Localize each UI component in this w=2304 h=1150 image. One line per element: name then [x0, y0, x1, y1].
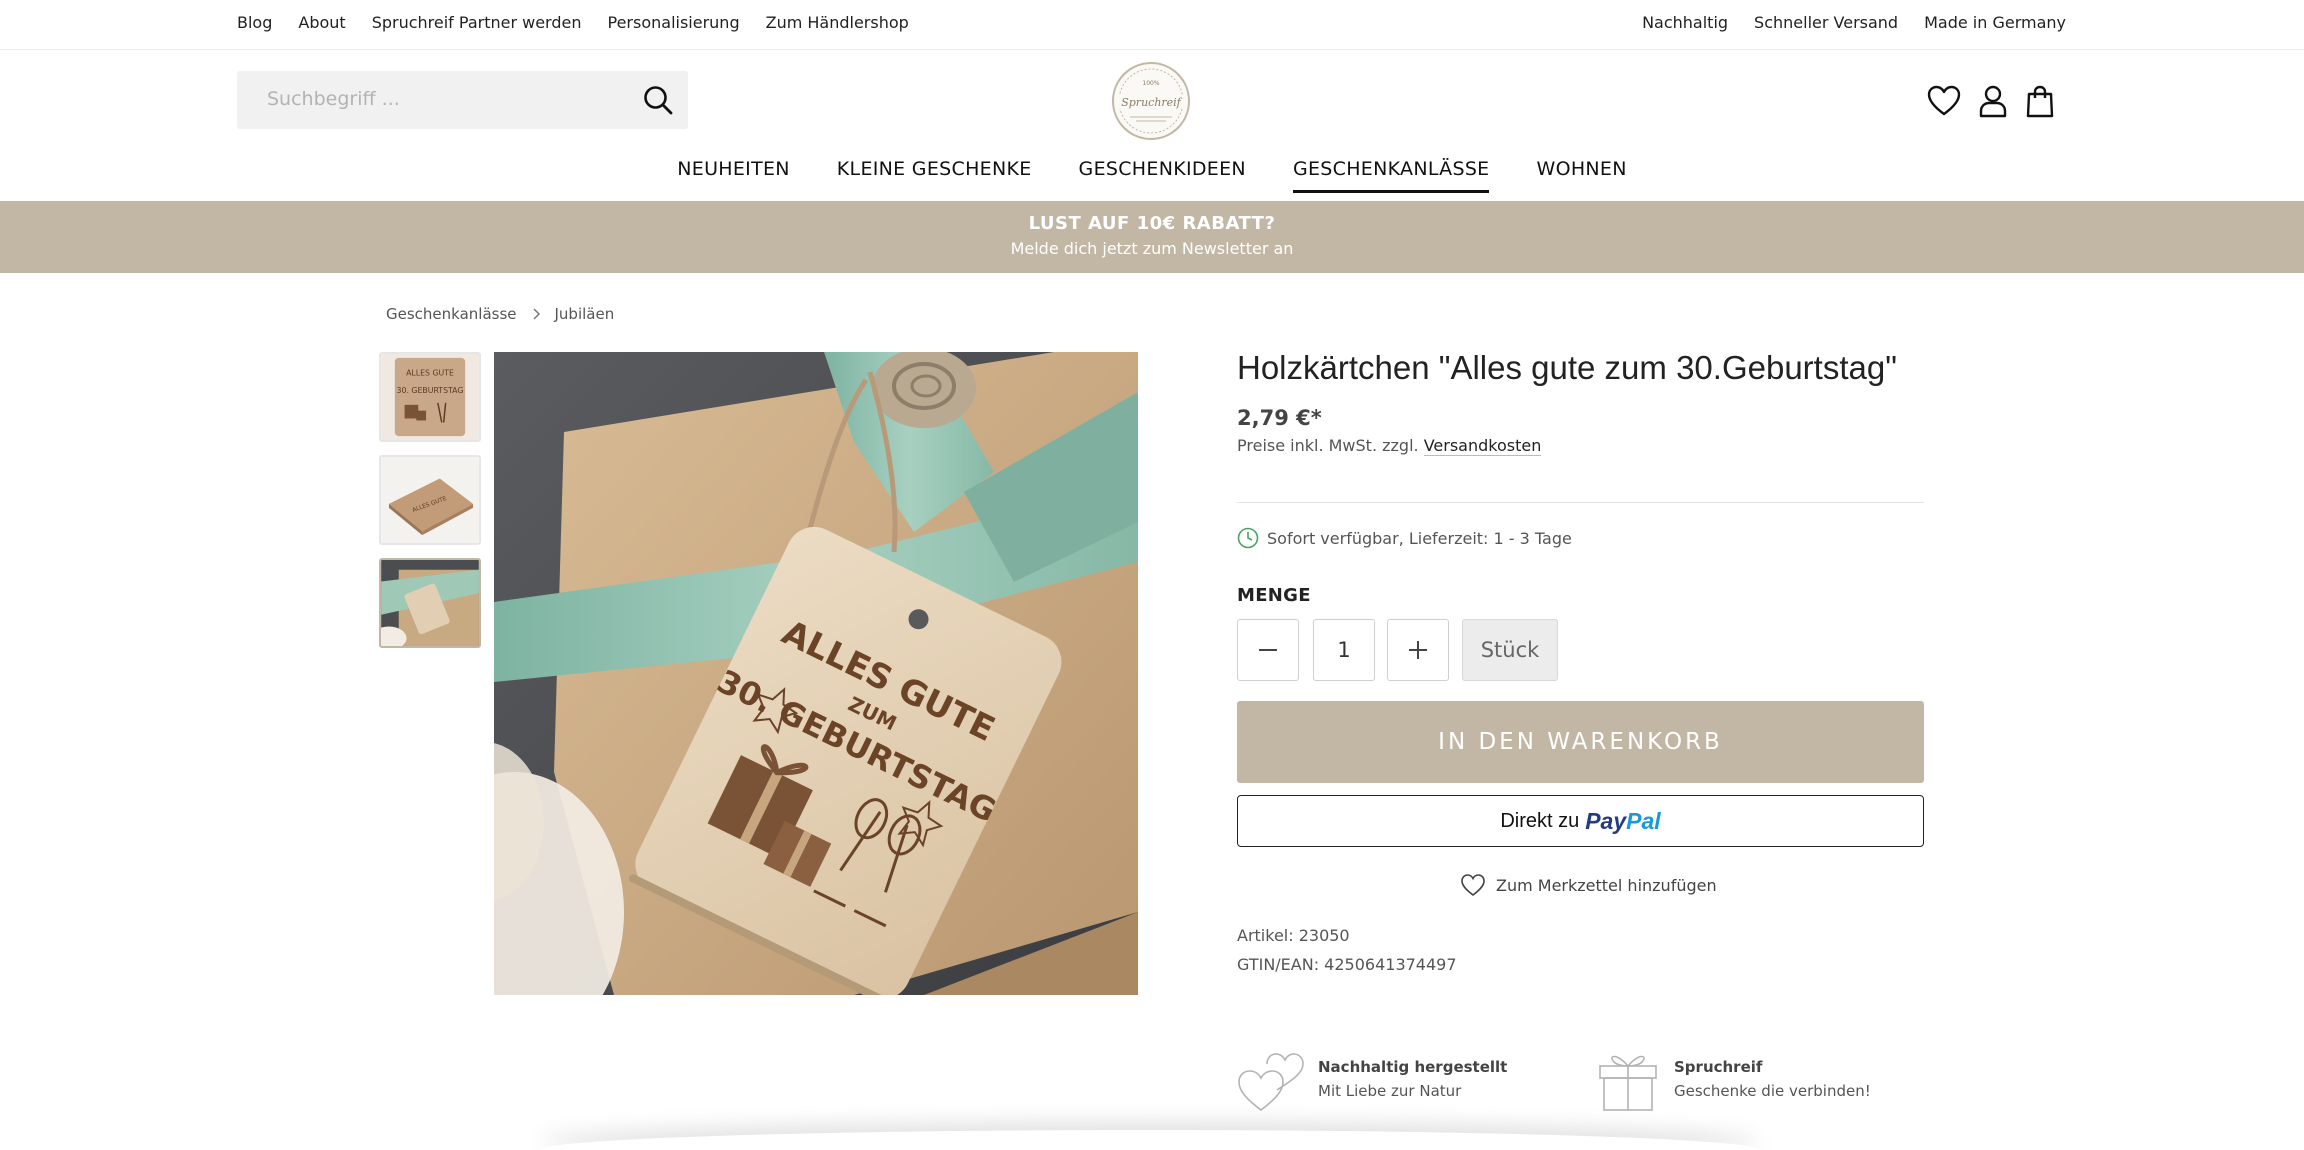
feature-subtitle-spruchreif: Geschenke die verbinden! [1674, 1082, 1871, 1100]
logo-brand-text: Spruchreif [1121, 96, 1182, 109]
link-haendlershop[interactable]: Zum Händlershop [766, 13, 909, 32]
search-input[interactable] [267, 88, 607, 110]
nav-kleine-geschenke[interactable]: KLEINE GESCHENKE [837, 158, 1032, 193]
gallery-thumbnail-1[interactable]: ALLES GUTE 30. GEBURTSTAG [379, 352, 481, 442]
logo-top-text: 100% [1142, 80, 1159, 87]
nav-wohnen[interactable]: WOHNEN [1536, 158, 1626, 193]
chevron-right-icon [532, 308, 540, 320]
main-navigation: NEUHEITEN KLEINE GESCHENKE GESCHENKIDEEN… [0, 158, 2304, 200]
product-price: 2,79 €* [1237, 406, 1322, 430]
plus-icon [1409, 641, 1427, 659]
thumbnail-image [381, 560, 479, 646]
link-about[interactable]: About [298, 13, 345, 32]
quantity-increase-button[interactable] [1387, 619, 1449, 681]
shipping-costs-link[interactable]: Versandkosten [1423, 436, 1542, 456]
nav-neuheiten[interactable]: NEUHEITEN [677, 158, 790, 193]
feature-title-nachhaltig: Nachhaltig hergestellt [1318, 1058, 1508, 1076]
svg-text:ALLES GUTE: ALLES GUTE [406, 369, 454, 378]
wishlist-label: Zum Merkzettel hinzufügen [1496, 875, 1717, 895]
heart-icon [1461, 874, 1485, 897]
newsletter-promo-banner[interactable]: LUST AUF 10€ RABATT? Melde dich jetzt zu… [0, 201, 2304, 273]
link-personalisierung[interactable]: Personalisierung [608, 13, 740, 32]
search-box [237, 71, 688, 129]
gift-icon [1599, 1055, 1657, 1111]
clock-icon [1237, 527, 1259, 549]
product-title: Holzkärtchen "Alles gute zum 30.Geburtst… [1237, 349, 1897, 386]
thumbnail-image: ALLES GUTE [381, 457, 479, 543]
hearts-icon [1238, 1053, 1304, 1112]
gallery-thumbnail-3[interactable] [379, 558, 481, 648]
search-icon[interactable] [642, 84, 674, 116]
link-nachhaltig[interactable]: Nachhaltig [1642, 13, 1728, 32]
link-schneller-versand[interactable]: Schneller Versand [1754, 13, 1898, 32]
divider [1237, 502, 1924, 503]
tax-info-text: Preise inkl. MwSt. zzgl. [1237, 436, 1419, 455]
paypal-prefix: Direkt zu [1500, 809, 1580, 832]
promo-headline: LUST AUF 10€ RABATT? [1028, 213, 1276, 234]
svg-text:30. GEBURTSTAG: 30. GEBURTSTAG [397, 386, 464, 395]
availability-info: Sofort verfügbar, Lieferzeit: 1 - 3 Tage [1237, 527, 1572, 549]
minus-icon [1259, 649, 1277, 651]
utility-links-right: Nachhaltig Schneller Versand Made in Ger… [1616, 13, 2066, 32]
link-blog[interactable]: Blog [237, 13, 272, 32]
heart-icon[interactable] [1927, 84, 1961, 118]
brand-logo[interactable]: 100% Spruchreif [1110, 61, 1192, 141]
thumbnail-image: ALLES GUTE 30. GEBURTSTAG [381, 354, 479, 440]
nav-geschenkanlaesse[interactable]: GESCHENKANLÄSSE [1292, 158, 1490, 193]
utility-links-left: Blog About Spruchreif Partner werden Per… [237, 13, 935, 32]
gallery-thumbnail-2[interactable]: ALLES GUTE [379, 455, 481, 545]
paypal-logo: PayPal [1585, 807, 1661, 834]
feature-title-spruchreif: Spruchreif [1674, 1058, 1763, 1076]
feature-subtitle-nachhaltig: Mit Liebe zur Natur [1318, 1082, 1462, 1100]
product-main-image[interactable]: ALLES GUTE ZUM 30. GEBURTSTAG [494, 352, 1138, 995]
quantity-decrease-button[interactable] [1237, 619, 1299, 681]
user-icon[interactable] [1976, 84, 2010, 118]
tax-info: Preise inkl. MwSt. zzgl. Versandkosten [1237, 436, 1542, 456]
footer-card-edge [540, 1130, 1760, 1150]
quantity-label: MENGE [1237, 585, 1311, 606]
product-photo: ALLES GUTE ZUM 30. GEBURTSTAG [494, 352, 1138, 995]
availability-text: Sofort verfügbar, Lieferzeit: 1 - 3 Tage [1267, 528, 1572, 548]
link-made-in-germany[interactable]: Made in Germany [1924, 13, 2066, 32]
paypal-checkout-button[interactable]: Direkt zu PayPal [1237, 795, 1924, 847]
breadcrumb-item-geschenkanlaesse[interactable]: Geschenkanlässe [386, 305, 517, 323]
promo-subline: Melde dich jetzt zum Newsletter an [1010, 239, 1294, 258]
shopping-bag-icon[interactable] [2023, 84, 2057, 118]
top-utility-bar: Blog About Spruchreif Partner werden Per… [0, 0, 2304, 50]
link-partner[interactable]: Spruchreif Partner werden [372, 13, 582, 32]
quantity-input[interactable]: 1 [1313, 619, 1375, 681]
unit-label: Stück [1462, 619, 1558, 681]
breadcrumb-item-jubilaeen[interactable]: Jubiläen [555, 305, 615, 323]
add-to-wishlist-link[interactable]: Zum Merkzettel hinzufügen [1460, 873, 1717, 897]
add-to-cart-button[interactable]: IN DEN WARENKORB [1237, 701, 1924, 783]
nav-geschenkideen[interactable]: GESCHENKIDEEN [1079, 158, 1246, 193]
article-number: Artikel: 23050 [1237, 926, 1350, 945]
breadcrumb: Geschenkanlässe Jubiläen [386, 305, 614, 323]
gtin-number: GTIN/EAN: 4250641374497 [1237, 955, 1457, 974]
